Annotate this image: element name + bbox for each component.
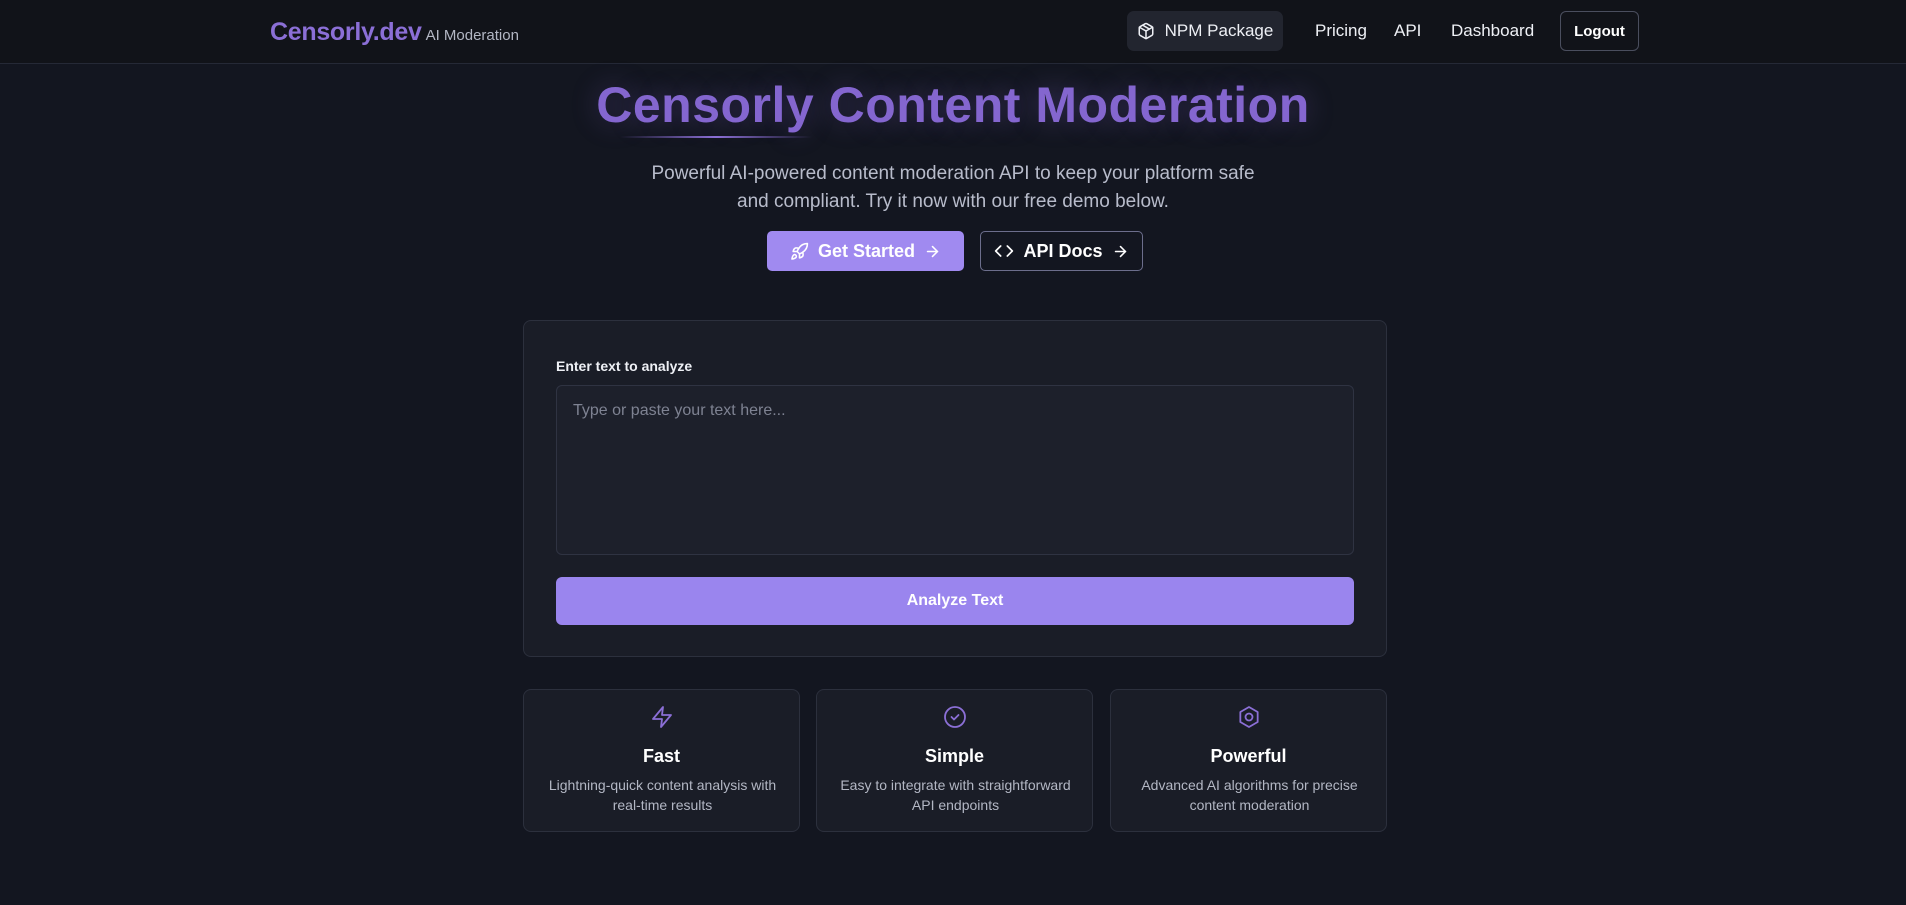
hero-subtitle: Powerful AI-powered content moderation A…	[651, 163, 1255, 212]
api-docs-label: API Docs	[1023, 240, 1103, 261]
npm-package-label: NPM Package	[1164, 21, 1274, 40]
analyze-text-button[interactable]: Analyze Text	[556, 577, 1354, 625]
page-title: Censorly Content Moderation	[596, 77, 1310, 133]
feature-card-simple: Simple Easy to integrate with straightfo…	[816, 689, 1093, 832]
check-circle-icon	[944, 706, 966, 728]
package-icon	[1138, 22, 1154, 40]
brand[interactable]: Censorly.dev AI Moderation	[270, 18, 519, 47]
feature-card-powerful: Powerful Advanced AI algorithms for prec…	[1110, 689, 1387, 832]
get-started-label: Get Started	[817, 240, 916, 261]
brand-tagline: AI Moderation	[425, 27, 519, 44]
nav-link-pricing[interactable]: Pricing	[1315, 21, 1367, 41]
nav-link-dashboard[interactable]: Dashboard	[1451, 21, 1534, 41]
analyze-text-placeholder: Type or paste your text here...	[573, 402, 786, 419]
rocket-icon	[791, 242, 809, 260]
title-underline	[620, 136, 812, 138]
hexagon-gear-icon	[1239, 706, 1259, 728]
feature-title: Fast	[642, 746, 680, 766]
analyzer-card: Enter text to analyze Type or paste your…	[523, 320, 1387, 657]
arrow-right-icon	[926, 245, 939, 257]
brand-name[interactable]: Censorly.dev	[270, 18, 422, 47]
feature-title: Powerful	[1210, 746, 1287, 766]
nav-link-api[interactable]: API	[1394, 21, 1421, 41]
top-navbar: Censorly.dev AI Moderation NPM Package P…	[0, 0, 1906, 64]
feature-title: Simple	[924, 746, 985, 766]
get-started-button[interactable]: Get Started	[767, 231, 964, 271]
feature-description: Easy to integrate with straightforward A…	[840, 777, 1071, 813]
feature-card-fast: Fast Lightning-quick content analysis wi…	[523, 689, 800, 832]
feature-description: Advanced AI algorithms for precise conte…	[1141, 777, 1358, 813]
arrow-right-icon	[1114, 245, 1126, 257]
logout-button[interactable]: Logout	[1560, 11, 1639, 51]
lightning-icon	[652, 706, 672, 728]
api-docs-button[interactable]: API Docs	[980, 231, 1143, 271]
analyze-input-label: Enter text to analyze	[556, 358, 693, 374]
analyze-text-input[interactable]: Type or paste your text here...	[556, 385, 1354, 555]
feature-description: Lightning-quick content analysis with re…	[548, 777, 777, 813]
code-icon	[995, 245, 1014, 257]
npm-package-button[interactable]: NPM Package	[1127, 11, 1283, 51]
